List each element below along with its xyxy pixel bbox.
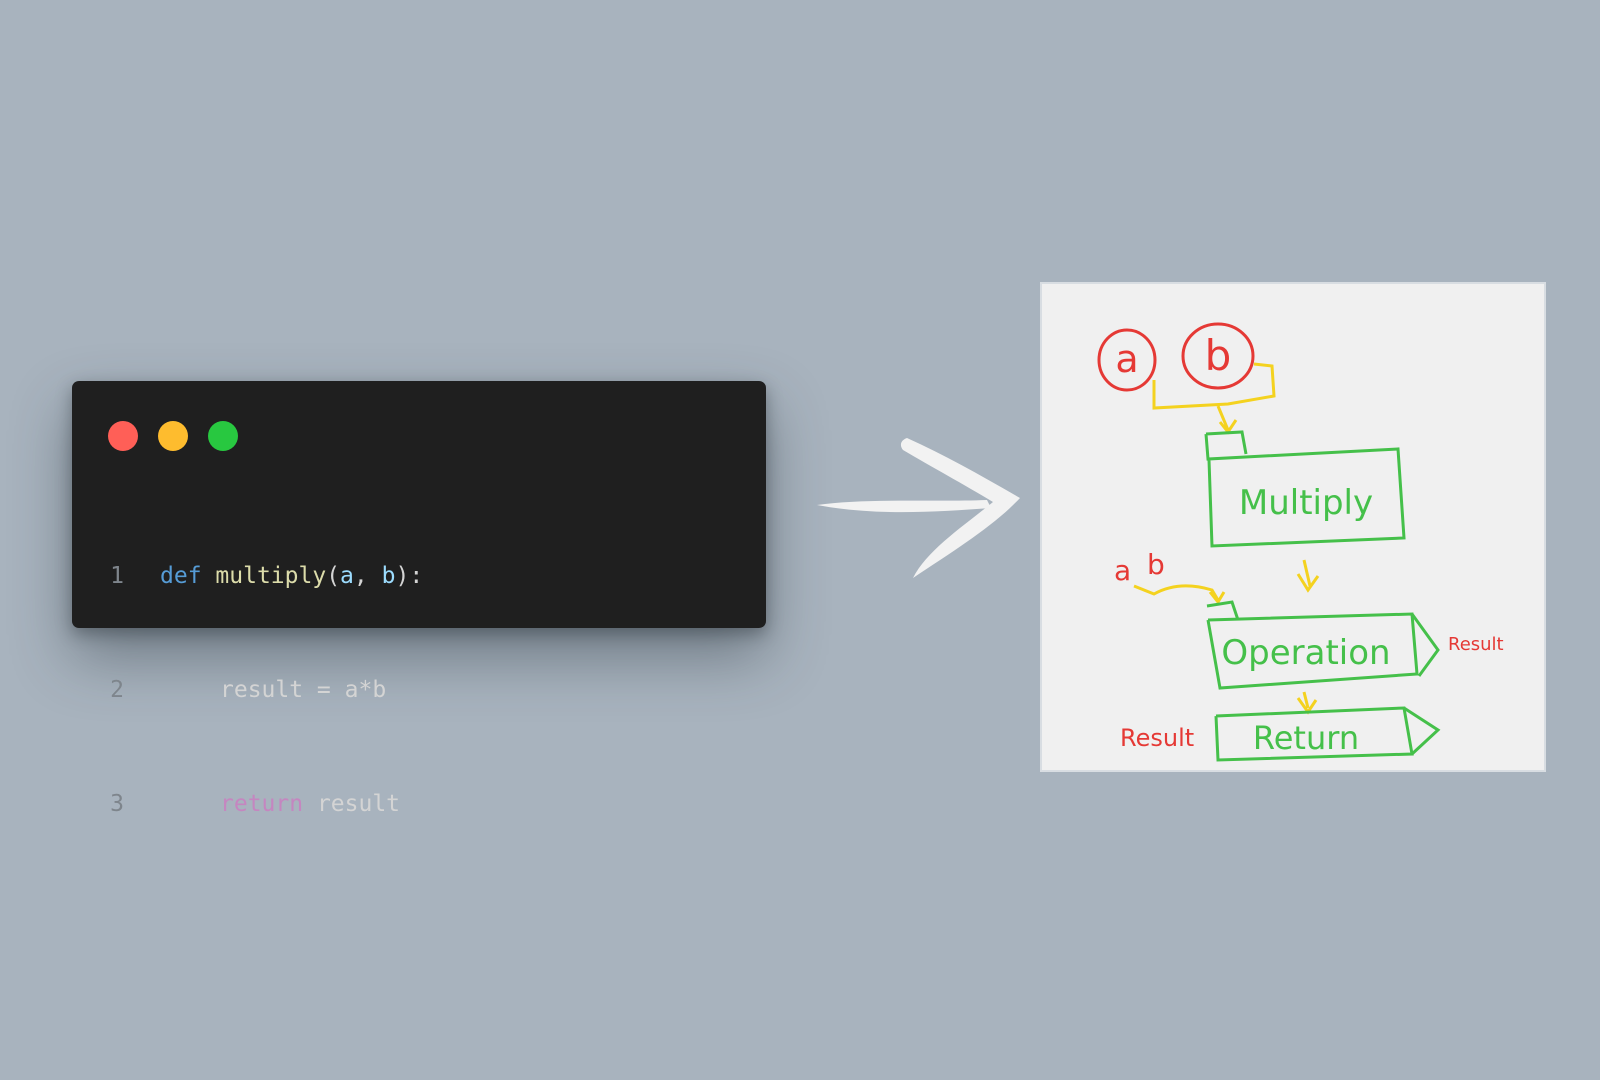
statement-token: result = a*b <box>220 677 387 703</box>
close-button[interactable] <box>108 421 138 451</box>
input-a-label: a <box>1115 337 1138 381</box>
return-value-token: result <box>303 791 401 817</box>
line-content: def multiply(a, b): <box>160 557 423 595</box>
operation-label: Operation <box>1221 633 1390 673</box>
param-token: b <box>381 563 396 589</box>
code-line: 3 return result <box>72 785 766 823</box>
punct-token: , <box>353 563 382 589</box>
small-input-arrow <box>1133 584 1226 605</box>
line-content: result = a*b <box>160 671 386 709</box>
input-b-label: b <box>1205 331 1232 380</box>
punct-token: ): <box>395 563 424 589</box>
code-line: 1 def multiply(a, b): <box>72 557 766 595</box>
code-line: 2 result = a*b <box>72 671 766 709</box>
operation-output-label: Result <box>1448 634 1504 655</box>
arrow-down-icon <box>1216 405 1238 435</box>
function-name-token: multiply <box>215 563 327 589</box>
code-window: 1 def multiply(a, b): 2 result = a*b 3 r… <box>72 381 766 817</box>
small-b-label: b <box>1147 548 1165 581</box>
return-input-label: Result <box>1120 724 1194 752</box>
line-number: 2 <box>110 677 124 703</box>
maximize-button[interactable] <box>208 421 238 451</box>
code-block: 1 def multiply(a, b): 2 result = a*b 3 r… <box>72 481 766 899</box>
arrow-down-icon <box>1296 559 1320 593</box>
right-arrow-icon <box>817 438 1020 578</box>
punct-token: ( <box>326 563 341 589</box>
keyword-token: def <box>160 563 202 589</box>
whiteboard-diagram: a b Multiply a b Operation Result Return… <box>1040 282 1546 772</box>
arrow-down-icon <box>1296 691 1318 715</box>
small-a-label: a <box>1114 554 1131 587</box>
diagram-canvas: a b Multiply a b Operation Result Return… <box>1097 322 1504 762</box>
line-number: 3 <box>110 791 124 817</box>
minimize-button[interactable] <box>158 421 188 451</box>
return-label: Return <box>1253 719 1359 757</box>
line-number: 1 <box>110 563 124 589</box>
line-content: return result <box>160 785 400 823</box>
param-token: a <box>340 563 354 589</box>
window-controls <box>108 421 238 451</box>
multiply-label: Multiply <box>1239 483 1373 523</box>
return-keyword-token: return <box>220 791 304 817</box>
